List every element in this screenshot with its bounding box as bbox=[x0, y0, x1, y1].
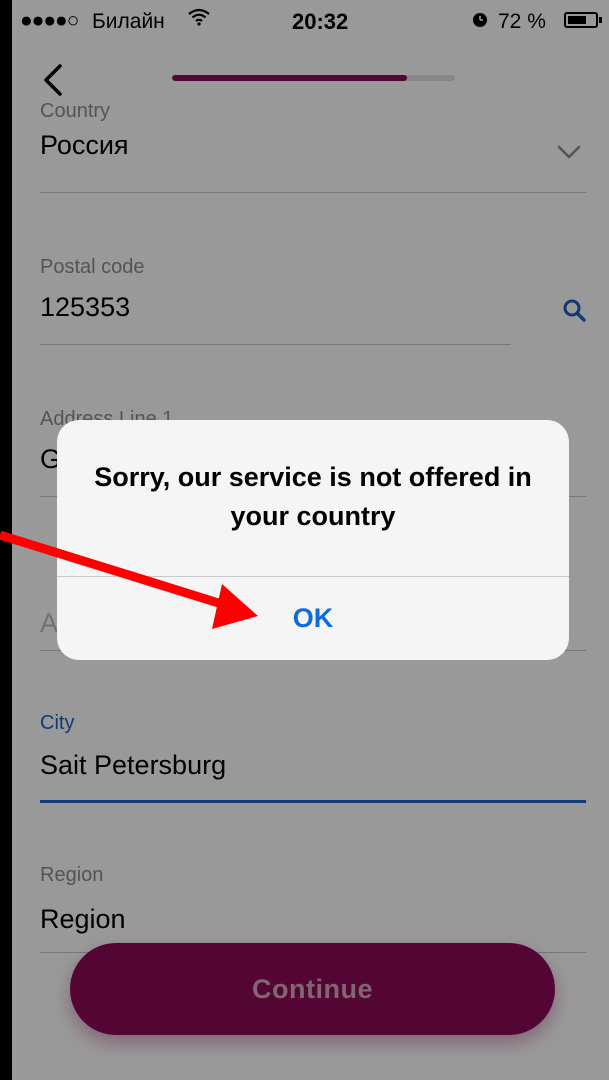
alert-dialog: Sorry, our service is not offered in you… bbox=[57, 420, 569, 660]
app-screen: ●●●●○ Билайн 20:32 72 % Country Россия P… bbox=[12, 0, 609, 1080]
alert-message: Sorry, our service is not offered in you… bbox=[94, 462, 532, 531]
alert-ok-button[interactable]: OK bbox=[57, 577, 569, 660]
